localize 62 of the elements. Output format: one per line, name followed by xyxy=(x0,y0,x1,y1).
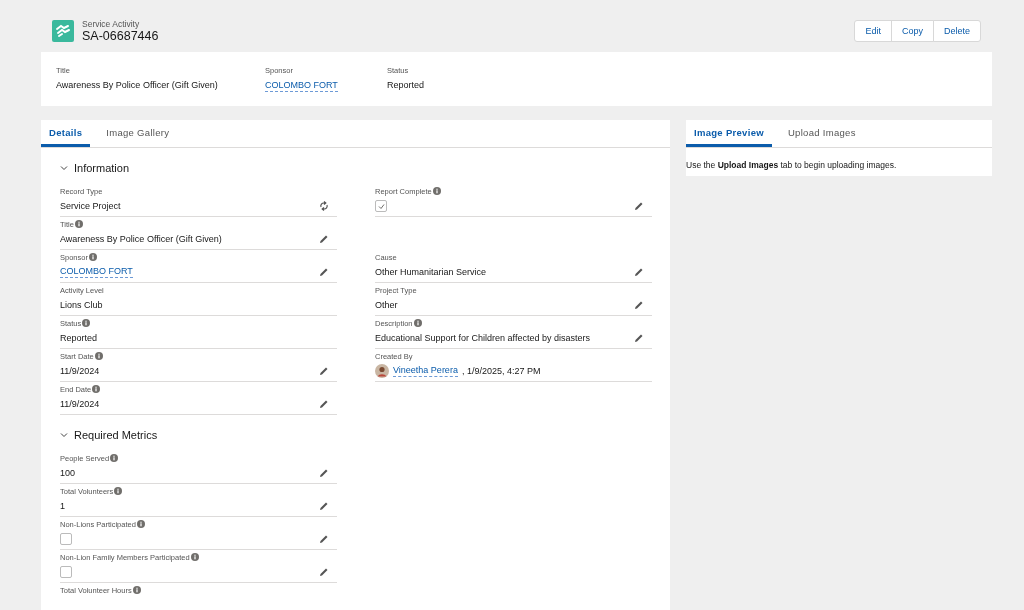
pencil-icon[interactable] xyxy=(634,267,644,277)
info-icon[interactable] xyxy=(132,586,141,594)
user-link[interactable]: Vineetha Perera xyxy=(393,365,458,377)
action-button[interactable]: Edit xyxy=(854,20,892,42)
section-header[interactable]: Required Metrics xyxy=(60,423,158,451)
pencil-icon[interactable] xyxy=(319,399,329,409)
field-value: Service Project xyxy=(60,201,121,211)
info-icon[interactable] xyxy=(94,352,103,360)
field-value: Other Humanitarian Service xyxy=(375,267,487,277)
object-type: Service Activity xyxy=(82,19,141,29)
info-icon[interactable] xyxy=(88,253,97,261)
field-value: Reported xyxy=(60,333,98,343)
info-icon[interactable] xyxy=(432,187,441,195)
info-icon[interactable] xyxy=(190,553,199,561)
pencil-icon[interactable] xyxy=(319,267,329,277)
pencil-icon[interactable] xyxy=(319,567,329,577)
checkbox[interactable] xyxy=(60,566,72,578)
info-icon[interactable] xyxy=(74,220,83,228)
avatar-icon xyxy=(375,364,389,378)
chevron-icon xyxy=(60,164,68,172)
action-button[interactable]: Delete xyxy=(933,20,981,42)
checkbox[interactable] xyxy=(375,200,387,212)
tab[interactable]: Upload Images xyxy=(779,120,864,147)
checkbox[interactable] xyxy=(60,533,72,545)
info-icon[interactable] xyxy=(413,319,422,327)
tab[interactable]: Image Preview xyxy=(686,120,772,147)
pencil-icon[interactable] xyxy=(634,201,644,211)
swap-icon[interactable] xyxy=(319,201,329,211)
pencil-icon[interactable] xyxy=(319,468,329,478)
info-icon[interactable] xyxy=(110,454,119,462)
pencil-icon[interactable] xyxy=(634,333,644,343)
preview-message: Use the Upload Images tab to begin uploading images. xyxy=(686,159,898,172)
tab[interactable]: Details xyxy=(41,120,91,147)
pencil-icon[interactable] xyxy=(319,534,329,544)
field-value: Lions Club xyxy=(60,300,103,310)
info-icon[interactable] xyxy=(82,319,91,327)
record-title: SA-06687446 xyxy=(82,29,159,43)
info-icon[interactable] xyxy=(114,487,123,495)
created-date: , 1/9/2025, 4:27 PM xyxy=(461,366,541,376)
sponsor-link[interactable]: COLOMBO FORT xyxy=(60,266,133,278)
tab[interactable]: Image Gallery xyxy=(98,120,178,147)
highlight-value: Awareness By Police Officer (Gift Given) xyxy=(56,80,218,90)
sponsor-link[interactable]: COLOMBO FORT xyxy=(265,80,338,92)
section-header[interactable]: Information xyxy=(60,156,130,184)
pencil-icon[interactable] xyxy=(319,366,329,376)
field-value: Other xyxy=(375,300,398,310)
service-logo-icon xyxy=(52,20,74,42)
field-value: 11/9/2024 xyxy=(60,366,100,376)
field-value: 11/9/2024 xyxy=(60,399,100,409)
highlight-value: Reported xyxy=(387,80,425,90)
info-icon[interactable] xyxy=(136,520,145,528)
pencil-icon[interactable] xyxy=(319,234,329,244)
check-icon xyxy=(377,202,385,210)
pencil-icon[interactable] xyxy=(634,300,644,310)
action-button[interactable]: Copy xyxy=(890,20,934,42)
field-value: 100 xyxy=(60,468,76,478)
chevron-icon xyxy=(60,431,68,439)
info-icon[interactable] xyxy=(92,385,101,393)
field-value: 1 xyxy=(60,501,65,511)
field-value: Educational Support for Children affected by disasters xyxy=(375,333,590,343)
field-value: Awareness By Police Officer (Gift Given) xyxy=(60,234,222,244)
pencil-icon[interactable] xyxy=(319,501,329,511)
